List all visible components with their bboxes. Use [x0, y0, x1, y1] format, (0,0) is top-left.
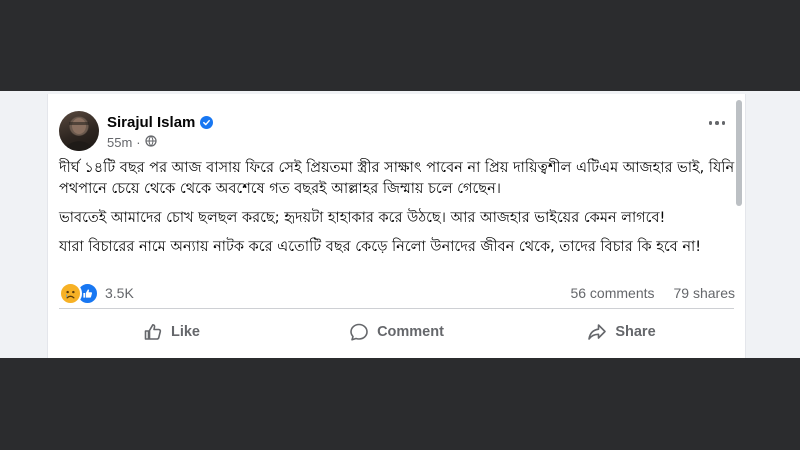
engagement-stats: 56 comments 79 shares: [570, 285, 735, 303]
post-meta: 55m ·: [107, 134, 157, 150]
sad-reaction-icon: [59, 281, 82, 305]
post-author[interactable]: Sirajul Islam: [107, 112, 214, 132]
bottom-dark-band: [0, 358, 800, 450]
post-card: Sirajul Islam 55m · দীর্ঘ ১৪টি বছর পর আজ…: [47, 94, 746, 358]
globe-icon[interactable]: [145, 134, 157, 150]
feed-area: Sirajul Islam 55m · দীর্ঘ ১৪টি বছর পর আজ…: [0, 91, 800, 358]
post-paragraph: ভাবতেই আমাদের চোখ ছলছল করছে; হৃদয়টা হাহ…: [59, 210, 666, 226]
avatar[interactable]: [59, 111, 99, 151]
share-label: Share: [615, 324, 656, 340]
share-button[interactable]: Share: [509, 314, 734, 350]
comments-count[interactable]: 56 comments: [570, 285, 654, 303]
shares-count[interactable]: 79 shares: [674, 285, 735, 303]
avatar-photo: [65, 118, 93, 151]
more-options-icon[interactable]: [707, 118, 727, 128]
post-body: দীর্ঘ ১৪টি বছর পর আজ বাসায় ফিরে সেই প্র…: [59, 158, 735, 266]
comment-button[interactable]: Comment: [284, 314, 509, 350]
like-button[interactable]: Like: [59, 314, 284, 350]
actions-divider: [59, 308, 734, 309]
like-icon: [143, 322, 163, 342]
post-time[interactable]: 55m: [107, 135, 132, 150]
author-name[interactable]: Sirajul Islam: [107, 114, 195, 131]
post-paragraph: দীর্ঘ ১৪টি বছর পর আজ বাসায় ফিরে সেই প্র…: [59, 160, 735, 197]
scrollbar-thumb[interactable]: [736, 100, 742, 206]
post-paragraph: যারা বিচারের নামে অন্যায় নাটক করে এতোটি…: [59, 239, 702, 255]
top-dark-band: [0, 0, 800, 91]
post-actions: Like Comment Share: [59, 314, 734, 350]
share-icon: [587, 322, 607, 342]
comment-label: Comment: [377, 324, 444, 340]
meta-separator: ·: [136, 134, 141, 150]
like-label: Like: [170, 324, 200, 340]
verified-badge-icon: [200, 115, 214, 129]
reactions-count[interactable]: 3.5K: [105, 285, 134, 301]
comment-icon: [349, 322, 369, 342]
reactions-summary[interactable]: 3.5K: [59, 281, 134, 305]
